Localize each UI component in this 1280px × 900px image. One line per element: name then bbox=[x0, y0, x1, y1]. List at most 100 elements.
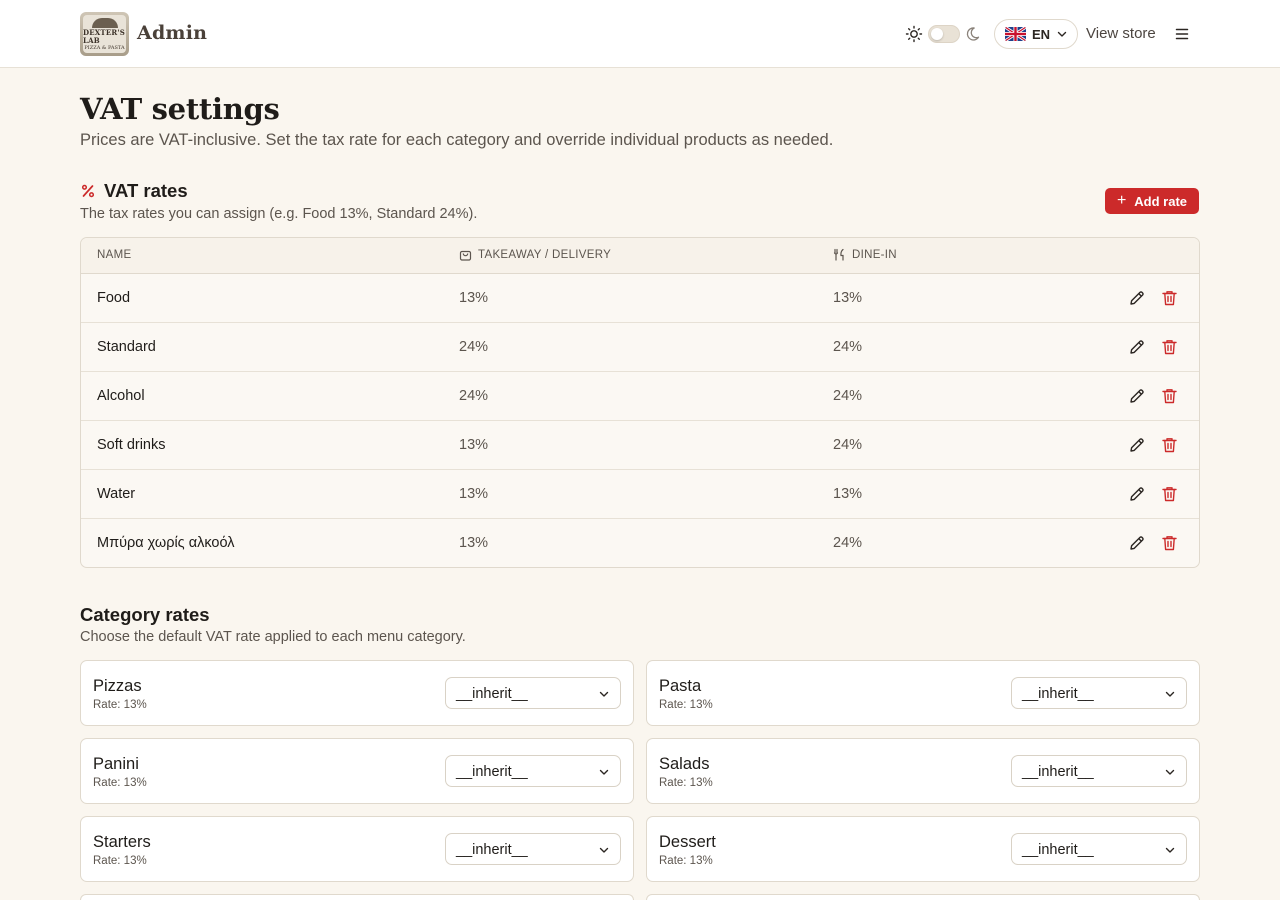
chevron-down-icon bbox=[599, 691, 609, 697]
rate-dinein: 13% bbox=[833, 486, 863, 502]
add-rate-button[interactable]: + Add rate bbox=[1105, 188, 1199, 214]
column-dinein-label: DINE-IN bbox=[852, 248, 897, 261]
select-value: __inherit__ bbox=[456, 764, 528, 780]
plus-icon: + bbox=[1116, 192, 1127, 209]
category-card: Salads Rate: 13% __inherit__ bbox=[646, 738, 1200, 804]
table-header: NAME TAKEAWAY / DELIVERY DINE-IN bbox=[81, 238, 1199, 274]
sun-icon[interactable] bbox=[905, 25, 923, 43]
table-row: Water 13% 13% bbox=[81, 470, 1199, 519]
vat-rates-table: NAME TAKEAWAY / DELIVERY DINE-IN Food 13… bbox=[80, 237, 1200, 568]
category-card: Pasta Rate: 13% __inherit__ bbox=[646, 660, 1200, 726]
pencil-icon[interactable] bbox=[1128, 387, 1146, 405]
rate-dinein: 24% bbox=[833, 535, 863, 551]
category-rate: Rate: 13% bbox=[659, 699, 713, 711]
pencil-icon[interactable] bbox=[1128, 436, 1146, 454]
rate-name: Standard bbox=[97, 339, 156, 355]
category-rates-title: Category rates bbox=[80, 604, 210, 625]
language-label: EN bbox=[1032, 26, 1051, 42]
hamburger-menu-icon[interactable] bbox=[1173, 25, 1191, 43]
rate-takeaway: 13% bbox=[459, 290, 489, 306]
category-rate: Rate: 13% bbox=[93, 777, 147, 789]
category-name: Pasta bbox=[659, 677, 702, 695]
category-vat-select[interactable]: __inherit__ bbox=[445, 833, 621, 865]
select-value: __inherit__ bbox=[1022, 842, 1094, 858]
theme-toggle-knob bbox=[931, 28, 943, 40]
logo-text: DEXTER'S LAB bbox=[83, 27, 125, 45]
category-rates-subtitle: Choose the default VAT rate applied to e… bbox=[80, 629, 466, 645]
language-selector[interactable]: EN bbox=[994, 19, 1078, 49]
category-card: Starters Rate: 13% __inherit__ bbox=[80, 816, 634, 882]
moon-icon[interactable] bbox=[966, 25, 982, 43]
category-card: Panini Rate: 13% __inherit__ bbox=[80, 738, 634, 804]
table-row: Food 13% 13% bbox=[81, 274, 1199, 323]
category-vat-select[interactable]: __inherit__ bbox=[1011, 755, 1187, 787]
category-rate: Rate: 13% bbox=[93, 855, 147, 867]
category-vat-select[interactable]: __inherit__ bbox=[445, 677, 621, 709]
brand-logo[interactable]: DEXTER'S LAB PIZZA & PASTA bbox=[80, 12, 129, 56]
column-name-label: NAME bbox=[97, 249, 132, 261]
select-value: __inherit__ bbox=[1022, 764, 1094, 780]
rate-takeaway: 13% bbox=[459, 535, 489, 551]
rate-dinein: 24% bbox=[833, 388, 863, 404]
page-title: VAT settings bbox=[80, 92, 280, 126]
add-rate-label: Add rate bbox=[1134, 193, 1188, 209]
pencil-icon[interactable] bbox=[1128, 485, 1146, 503]
category-vat-select[interactable]: __inherit__ bbox=[1011, 833, 1187, 865]
rate-name: Μπύρα χωρίς αλκοόλ bbox=[97, 535, 235, 551]
logo-badge: DEXTER'S LAB PIZZA & PASTA bbox=[83, 15, 126, 53]
category-card-partial bbox=[80, 894, 634, 900]
rate-name: Food bbox=[97, 290, 131, 306]
category-name: Salads bbox=[659, 755, 710, 773]
select-value: __inherit__ bbox=[1022, 686, 1094, 702]
category-vat-select[interactable]: __inherit__ bbox=[445, 755, 621, 787]
chevron-down-icon bbox=[1057, 31, 1067, 37]
trash-icon[interactable] bbox=[1161, 338, 1178, 356]
category-name: Dessert bbox=[659, 833, 716, 851]
category-rate: Rate: 13% bbox=[659, 855, 713, 867]
logo-subtext: PIZZA & PASTA bbox=[84, 44, 125, 51]
select-value: __inherit__ bbox=[456, 686, 528, 702]
shopping-bag-icon bbox=[459, 250, 472, 261]
column-header-dinein: DINE-IN bbox=[833, 248, 897, 261]
vat-rates-title: VAT rates bbox=[104, 180, 188, 201]
uk-flag-icon bbox=[1005, 27, 1026, 41]
page-subtitle: Prices are VAT-inclusive. Set the tax ra… bbox=[80, 131, 834, 149]
rate-name: Alcohol bbox=[97, 388, 145, 404]
rate-takeaway: 24% bbox=[459, 388, 489, 404]
vat-rates-subtitle: The tax rates you can assign (e.g. Food … bbox=[80, 206, 478, 222]
select-value: __inherit__ bbox=[456, 842, 528, 858]
top-bar: DEXTER'S LAB PIZZA & PASTA Admin EN View… bbox=[0, 0, 1280, 68]
category-card: Dessert Rate: 13% __inherit__ bbox=[646, 816, 1200, 882]
theme-toggle[interactable] bbox=[928, 25, 960, 43]
pencil-icon[interactable] bbox=[1128, 289, 1146, 307]
trash-icon[interactable] bbox=[1161, 436, 1178, 454]
percent-icon bbox=[81, 184, 95, 198]
rate-dinein: 24% bbox=[833, 339, 863, 355]
category-vat-select[interactable]: __inherit__ bbox=[1011, 677, 1187, 709]
table-row: Μπύρα χωρίς αλκοόλ 13% 24% bbox=[81, 519, 1199, 567]
rate-name: Water bbox=[97, 486, 136, 502]
column-header-name: NAME bbox=[97, 249, 131, 261]
column-header-takeaway: TAKEAWAY / DELIVERY bbox=[459, 248, 611, 261]
pencil-icon[interactable] bbox=[1128, 338, 1146, 356]
chevron-down-icon bbox=[1165, 847, 1175, 853]
chevron-down-icon bbox=[599, 769, 609, 775]
category-card-partial bbox=[646, 894, 1200, 900]
trash-icon[interactable] bbox=[1161, 387, 1178, 405]
category-rate: Rate: 13% bbox=[93, 699, 147, 711]
table-row: Standard 24% 24% bbox=[81, 323, 1199, 372]
category-name: Panini bbox=[93, 755, 139, 773]
trash-icon[interactable] bbox=[1161, 289, 1178, 307]
view-store-link[interactable]: View store bbox=[1086, 25, 1156, 42]
fork-knife-icon bbox=[833, 248, 844, 261]
rate-dinein: 24% bbox=[833, 437, 863, 453]
table-row: Alcohol 24% 24% bbox=[81, 372, 1199, 421]
category-name: Starters bbox=[93, 833, 151, 851]
rate-takeaway: 24% bbox=[459, 339, 489, 355]
rate-dinein: 13% bbox=[833, 290, 863, 306]
trash-icon[interactable] bbox=[1161, 485, 1178, 503]
rate-name: Soft drinks bbox=[97, 437, 166, 453]
category-card: Pizzas Rate: 13% __inherit__ bbox=[80, 660, 634, 726]
pencil-icon[interactable] bbox=[1128, 534, 1146, 552]
trash-icon[interactable] bbox=[1161, 534, 1178, 552]
